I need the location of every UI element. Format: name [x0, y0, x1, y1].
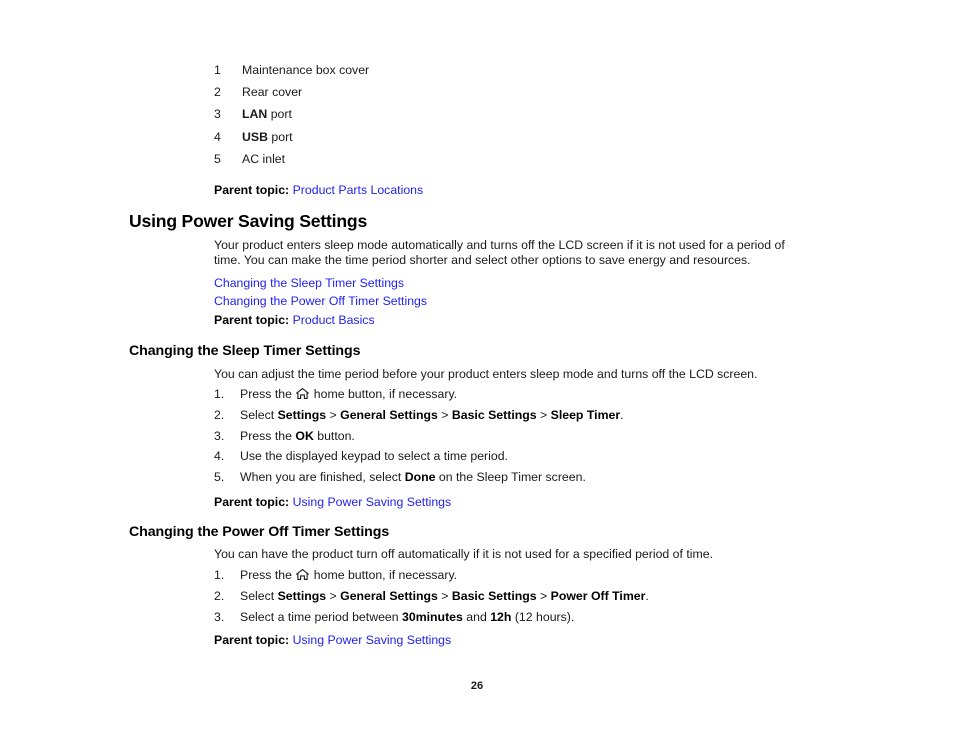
procedure-step-text: Press the OK button.: [240, 428, 355, 443]
heading-changing-power-off-timer-settings: Changing the Power Off Timer Settings: [129, 524, 390, 540]
parent-topic-using-power-saving-settings-1: Parent topic: Using Power Saving Setting…: [214, 495, 451, 510]
procedure-step: 1. Press the home button, if necessary.: [214, 387, 854, 408]
subtopic-link-list: Changing the Sleep Timer Settings Changin…: [214, 274, 427, 310]
procedure-step: 2. Select Settings > General Settings > B…: [214, 408, 854, 429]
parent-topic-label: Parent topic:: [214, 183, 290, 197]
procedure-step-text: When you are finished, select Done on th…: [240, 470, 586, 485]
procedure-step: 2. Select Settings > General Settings > B…: [214, 589, 854, 610]
parent-topic-product-parts-locations: Parent topic: Product Parts Locations: [214, 183, 423, 198]
parts-legend-row: 3 LAN port: [214, 107, 834, 129]
heading-changing-sleep-timer-settings: Changing the Sleep Timer Settings: [129, 343, 361, 359]
procedure-step-number: 3.: [214, 428, 225, 443]
procedure-steps-power-off-timer: 1. Press the home button, if necessary. 2.…: [214, 568, 854, 630]
home-icon: [296, 388, 310, 399]
parts-legend-label: USB port: [242, 129, 293, 144]
procedure-step-number: 2.: [214, 588, 225, 603]
parts-legend-number: 1: [214, 63, 221, 77]
procedure-step-text: Press the home button, if necessary.: [240, 568, 458, 582]
parent-topic-link[interactable]: Using Power Saving Settings: [293, 633, 452, 647]
paragraph-sleep-timer-intro: You can adjust the time period before yo…: [214, 367, 758, 381]
parts-legend-row: 4 USB port: [214, 130, 834, 152]
parts-legend-row: 5 AC inlet: [214, 152, 834, 174]
parts-legend-number: 2: [214, 85, 221, 100]
paragraph-power-off-timer-intro: You can have the product turn off automa…: [214, 547, 713, 561]
parts-legend-number: 4: [214, 129, 221, 144]
procedure-step: 3. Press the OK button.: [214, 429, 854, 450]
parts-legend-row: 1 Maintenance box cover: [214, 63, 834, 85]
procedure-step: 5. When you are finished, select Done on …: [214, 470, 854, 491]
parent-topic-link[interactable]: Product Parts Locations: [293, 183, 424, 197]
procedure-step-number: 1.: [214, 568, 225, 582]
procedure-steps-sleep-timer: 1. Press the home button, if necessary. 2.…: [214, 387, 854, 491]
procedure-step-number: 3.: [214, 609, 225, 624]
heading-using-power-saving-settings: Using Power Saving Settings: [129, 211, 368, 231]
parent-topic-using-power-saving-settings-2: Parent topic: Using Power Saving Setting…: [214, 633, 451, 648]
procedure-step: 4. Use the displayed keypad to select a t…: [214, 449, 854, 470]
parts-legend-row: 2 Rear cover: [214, 85, 834, 107]
procedure-step: 3. Select a time period between 30minutes…: [214, 610, 854, 631]
parts-legend-label: Maintenance box cover: [242, 63, 370, 77]
paragraph-power-saving-intro: Your product enters sleep mode automatic…: [214, 238, 785, 267]
parent-topic-link[interactable]: Using Power Saving Settings: [293, 495, 452, 509]
procedure-step-text: Select a time period between 30minutes a…: [240, 609, 575, 624]
procedure-step-number: 5.: [214, 470, 225, 485]
parts-legend-list: 1 Maintenance box cover 2 Rear cover 3 LAN po…: [214, 63, 834, 174]
procedure-step-number: 2.: [214, 407, 225, 422]
parts-legend-label: LAN port: [242, 107, 292, 122]
procedure-step: 1. Press the home button, if necessary.: [214, 568, 854, 589]
procedure-step-text: Select Settings > General Settings > Bas…: [240, 588, 649, 603]
parts-legend-number: 5: [214, 151, 221, 166]
subtopic-link[interactable]: Changing the Power Off Timer Settings: [214, 292, 427, 310]
parts-legend-number: 3: [214, 107, 221, 122]
parent-topic-link[interactable]: Product Basics: [293, 313, 375, 327]
parent-topic-label: Parent topic:: [214, 633, 290, 647]
parent-topic-product-basics: Parent topic: Product Basics: [214, 313, 375, 328]
procedure-step-text: Press the home button, if necessary.: [240, 387, 458, 401]
procedure-step-text: Use the displayed keypad to select a tim…: [240, 449, 508, 464]
parts-legend-label: Rear cover: [242, 85, 303, 100]
procedure-step-number: 1.: [214, 387, 225, 401]
procedure-step-number: 4.: [214, 449, 225, 464]
parent-topic-label: Parent topic:: [214, 495, 290, 509]
document-page: 1 Maintenance box cover 2 Rear cover 3 LAN po…: [0, 0, 954, 738]
parts-legend-label: AC inlet: [242, 151, 286, 166]
home-icon: [296, 569, 310, 580]
subtopic-link[interactable]: Changing the Sleep Timer Settings: [214, 274, 427, 292]
page-number: 26: [470, 680, 484, 692]
procedure-step-text: Select Settings > General Settings > Bas…: [240, 407, 624, 422]
parent-topic-label: Parent topic:: [214, 313, 290, 327]
